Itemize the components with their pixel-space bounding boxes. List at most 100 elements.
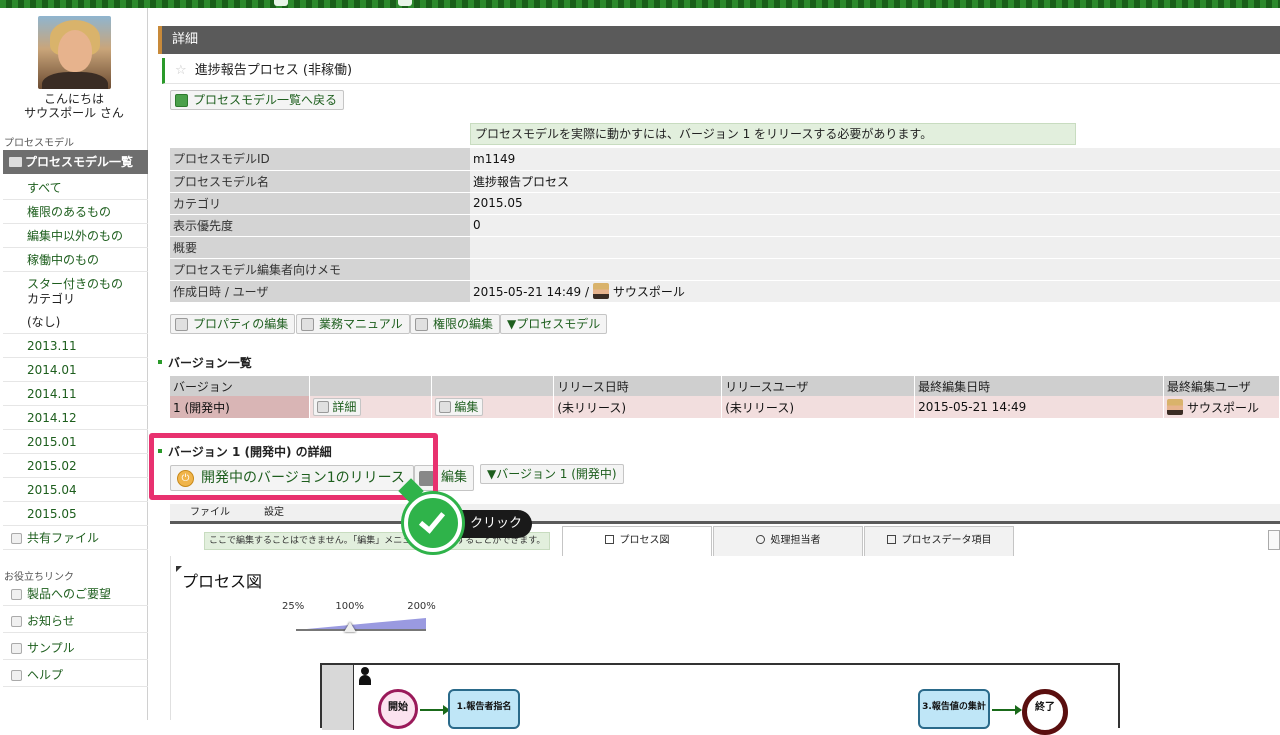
comment-icon	[11, 589, 22, 600]
folder-icon	[11, 533, 22, 544]
tab-process-diagram[interactable]: プロセス図	[562, 526, 712, 556]
pencil-icon	[439, 401, 452, 413]
greeting: こんにちは サウスポール さん	[0, 92, 148, 120]
zoom-slider[interactable]	[296, 618, 426, 632]
link-feedback[interactable]: 製品へのご要望	[3, 582, 148, 606]
manual-button[interactable]: 業務マニュアル	[296, 314, 410, 334]
end-node[interactable]: 終了	[1022, 689, 1068, 735]
prop-key: 表示優先度	[170, 214, 470, 237]
person-icon	[755, 535, 765, 544]
last-user-cell: サウスポール	[1163, 396, 1280, 418]
star-icon[interactable]: ☆	[175, 63, 187, 78]
column-header	[431, 376, 555, 396]
tab-scroll-button[interactable]	[1268, 530, 1280, 550]
edit-permissions-button[interactable]: 権限の編集	[410, 314, 501, 334]
link-news[interactable]: お知らせ	[3, 609, 148, 633]
column-header: 最終編集ユーザ	[1163, 376, 1280, 396]
table-row: 作成日時 / ユーザ 2015-05-21 14:49 / サウスポール	[170, 280, 1280, 303]
zoom-label-25: 25%	[282, 601, 305, 612]
category-item[interactable]: 2013.11	[3, 334, 148, 358]
avatar[interactable]	[38, 16, 111, 89]
page-title: 詳細	[158, 26, 1280, 54]
chat-icon[interactable]	[274, 0, 288, 6]
link-sample[interactable]: サンプル	[3, 636, 148, 660]
table-row: プロセスモデル名 進捗報告プロセス	[170, 170, 1280, 193]
created-user[interactable]: サウスポール	[613, 285, 685, 299]
lane-header	[322, 665, 354, 730]
tab-label: プロセスデータ項目	[901, 535, 992, 546]
sample-icon	[11, 643, 22, 654]
edit-properties-button[interactable]: プロパティの編集	[170, 314, 296, 334]
menu-settings[interactable]: 設定	[264, 507, 284, 518]
column-header: リリース日時	[553, 376, 723, 396]
release-user-cell: (未リリース)	[721, 396, 916, 418]
zoom-labels: 25% 100% 200%	[282, 601, 436, 612]
version-detail-button[interactable]: 詳細	[313, 398, 362, 416]
version-edit-button[interactable]: 編集	[435, 398, 484, 416]
category-item[interactable]: 2015.05	[3, 502, 148, 526]
prop-value: 0	[470, 214, 1280, 237]
sidebar-item-all[interactable]: すべて	[3, 176, 148, 200]
link-label: お知らせ	[27, 614, 75, 628]
category-item[interactable]: 2015.02	[3, 454, 148, 478]
task-node-1[interactable]: 1.報告者指名	[448, 689, 520, 729]
zoom-slider-thumb[interactable]	[344, 622, 356, 632]
section-process-model: プロセスモデル	[4, 138, 74, 149]
version-dropdown[interactable]: ▼バージョン 1 (開発中)	[480, 464, 624, 484]
category-item[interactable]: 2015.04	[3, 478, 148, 502]
sidebar-item-permitted[interactable]: 権限のあるもの	[3, 200, 148, 224]
swimlane: 開始 1.報告者指名 3.報告値の集計 終了	[320, 663, 1120, 735]
tab-process-data[interactable]: プロセスデータ項目	[864, 526, 1014, 556]
sidebar: こんにちは サウスポール さん プロセスモデル プロセスモデル一覧 すべて 権限…	[0, 8, 148, 720]
link-help[interactable]: ヘルプ	[3, 663, 148, 687]
flow-arrow	[420, 705, 450, 715]
menu-file[interactable]: ファイル	[190, 507, 230, 518]
prop-value: m1149	[470, 148, 1280, 171]
zoom-label-100: 100%	[335, 601, 365, 612]
sidebar-item-shared-files[interactable]: 共有ファイル	[3, 526, 148, 550]
category-none[interactable]: (なし)	[3, 310, 148, 334]
category-item[interactable]: 2014.11	[3, 382, 148, 406]
sidebar-item-process-model-list[interactable]: プロセスモデル一覧	[3, 150, 148, 174]
check-icon	[404, 494, 462, 552]
edit-cell: 編集	[431, 396, 555, 418]
diagram-icon	[604, 535, 614, 544]
column-header: 最終編集日時	[914, 376, 1164, 396]
prop-value: 2015.05	[470, 192, 1280, 215]
button-label: プロパティの編集	[193, 317, 289, 331]
back-to-list-button[interactable]: プロセスモデル一覧へ戻る	[170, 90, 345, 110]
tab-label: プロセス図	[619, 535, 670, 546]
data-icon	[886, 535, 896, 544]
task-node-3[interactable]: 3.報告値の集計	[918, 689, 990, 729]
app-icon[interactable]	[398, 0, 412, 6]
sidebar-item-active[interactable]: 稼働中のもの	[3, 248, 148, 272]
back-arrow-icon	[175, 94, 188, 107]
tab-label: 処理担当者	[770, 535, 821, 546]
link-label: ヘルプ	[27, 668, 64, 682]
shared-files-label: 共有ファイル	[27, 531, 100, 545]
versions-heading: バージョン一覧	[158, 354, 252, 371]
release-notice: プロセスモデルを実際に動かすには、バージョン 1 をリリースする必要があります。	[470, 123, 1076, 145]
start-node[interactable]: 開始	[378, 689, 418, 729]
top-bar	[0, 0, 1280, 8]
sidebar-item-label: プロセスモデル一覧	[25, 155, 134, 169]
category-item[interactable]: 2014.12	[3, 406, 148, 430]
sidebar-item-not-editing[interactable]: 編集中以外のもの	[3, 224, 148, 248]
tab-assignees[interactable]: 処理担当者	[713, 526, 863, 556]
category-item[interactable]: 2014.01	[3, 358, 148, 382]
process-model-menu-button[interactable]: ▼プロセスモデル	[500, 314, 608, 334]
list-icon	[9, 157, 22, 167]
link-label: 製品へのご要望	[27, 587, 112, 601]
prop-key: プロセスモデルID	[170, 148, 470, 171]
lock-icon	[415, 318, 428, 331]
properties-table: プロセスモデルID m1149 プロセスモデル名 進捗報告プロセス カテゴリ 2015…	[170, 148, 1280, 303]
last-user-name[interactable]: サウスポール	[1187, 401, 1259, 415]
category-item[interactable]: 2015.01	[3, 430, 148, 454]
table-header-row: バージョン リリース日時 リリースユーザ 最終編集日時 最終編集ユーザ	[170, 376, 1280, 396]
magnifier-icon	[317, 401, 330, 413]
main-content: 詳細 ☆ 進捗報告プロセス (非稼働) プロセスモデル一覧へ戻る プロセスモデル…	[149, 8, 1280, 735]
table-row: プロセスモデルID m1149	[170, 148, 1280, 171]
versions-table: バージョン リリース日時 リリースユーザ 最終編集日時 最終編集ユーザ 1 (開…	[170, 376, 1280, 418]
zoom-label-200: 200%	[407, 601, 436, 612]
prop-value	[470, 258, 1280, 281]
